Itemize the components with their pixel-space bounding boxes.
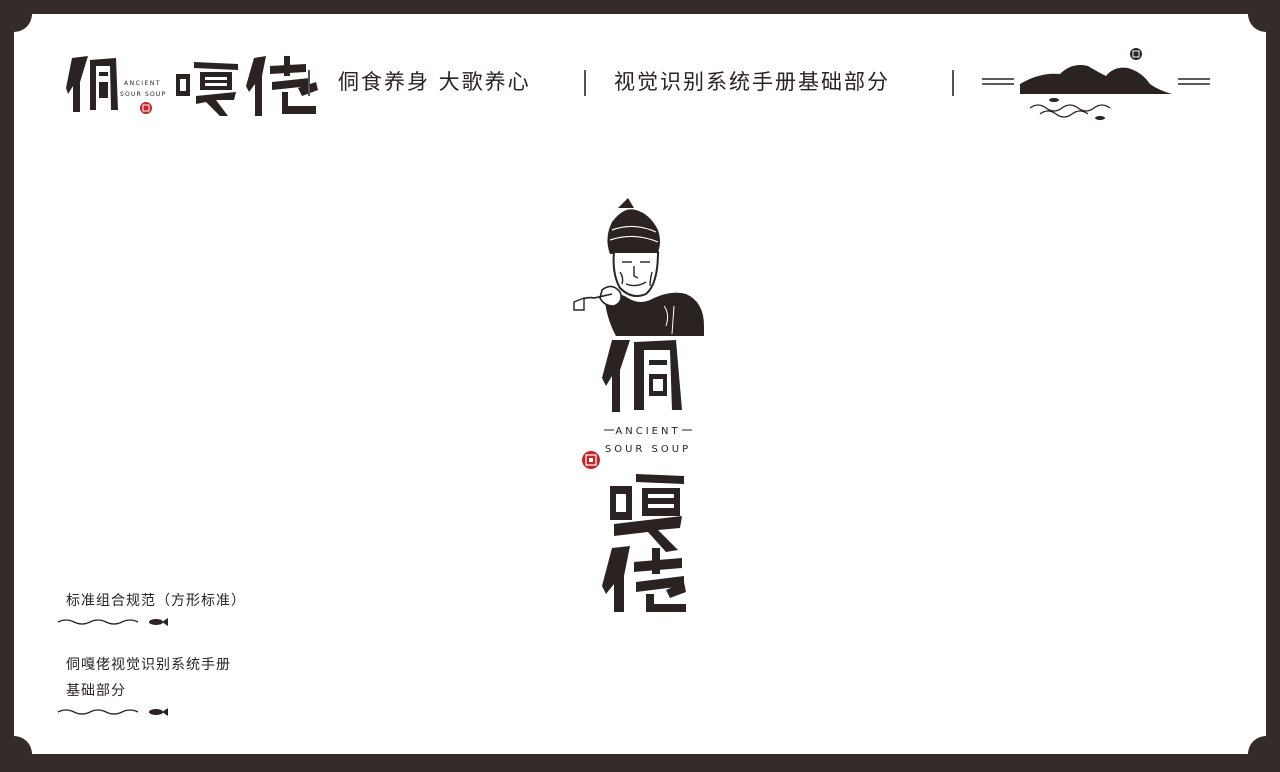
logo-en-line1: ANCIENT [615,426,680,437]
header-manual-title: 视觉识别系统手册基础部分 [614,70,890,94]
logo-char-dong [602,340,682,412]
page-frame: ANCIENT SOUR SOUP 侗食养身 大歌养心 视觉识别系统手册基础部分… [0,0,1280,772]
manual-name-line1: 侗嘎佬视觉识别系统手册 [66,657,231,673]
corner-notch [1248,736,1280,772]
logo-en-line2: SOUR SOUP [605,444,691,455]
logo-char-ga [610,474,684,552]
manual-page: ANCIENT SOUR SOUP 侗食养身 大歌养心 视觉识别系统手册基础部分… [14,14,1266,754]
spec-label: 标准组合规范（方形标准） [66,593,246,609]
manual-name-line2: 基础部分 [66,683,126,699]
central-logo-lockup: ANCIENT SOUR SOUP [573,198,704,612]
red-seal-icon [582,451,600,469]
logo-char-lao [602,546,686,612]
header-brand-logo: ANCIENT SOUR SOUP [66,56,318,116]
header-divider [308,70,310,96]
header-divider [952,70,954,96]
corner-notch [0,736,32,772]
wave-fish-divider-icon [57,618,168,626]
mountain-landscape-icon [982,48,1210,120]
wave-fish-divider-icon [57,708,168,716]
header-brand-en-line2: SOUR SOUP [120,91,166,98]
header-brand-en-line1: ANCIENT [124,80,161,87]
corner-notch [1248,0,1280,32]
header-divider [584,70,586,96]
header-slogan: 侗食养身 大歌养心 [338,70,531,94]
elder-portrait-icon [573,198,704,336]
